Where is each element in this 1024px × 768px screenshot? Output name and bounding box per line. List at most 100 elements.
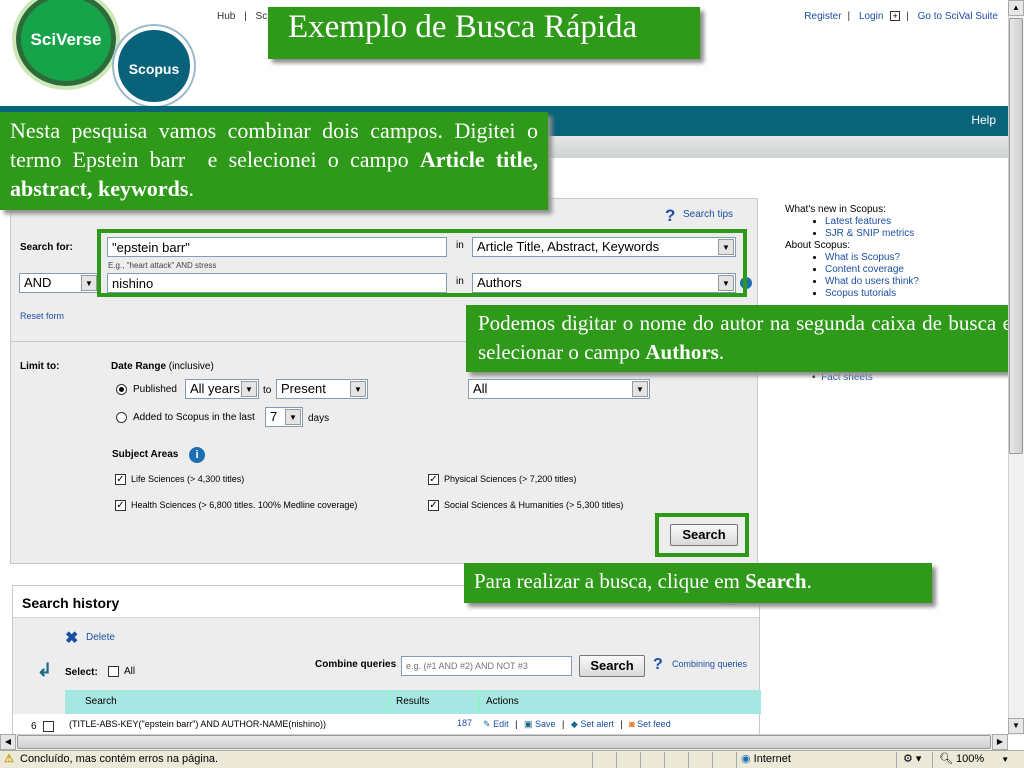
column-divider — [479, 690, 480, 714]
fact-sheets-link[interactable]: Fact sheets — [821, 372, 873, 383]
published-radio-row[interactable]: Published — [116, 384, 177, 395]
chevron-down-icon: ▼ — [81, 275, 97, 291]
content-coverage-link[interactable]: Content coverage — [825, 264, 904, 275]
health-sciences-checkbox[interactable]: ✓ — [115, 500, 126, 512]
col-search-header: Search — [85, 696, 117, 707]
globe-icon: ◉ — [741, 753, 751, 765]
edit-link[interactable]: Edit — [493, 719, 509, 729]
physical-sciences-checkbox[interactable]: ✓ — [428, 474, 439, 486]
life-sciences-row[interactable]: ✓ Life Sciences (> 4,300 titles) — [115, 474, 245, 486]
search-history-panel: Search history Hide ✖ Delete ↲ Select: A… — [12, 585, 761, 735]
from-year-select[interactable]: All years ▼ — [185, 379, 259, 399]
social-sciences-label: Social Sciences & Humanities (> 5,300 ti… — [444, 500, 624, 510]
select-all-checkbox[interactable] — [108, 666, 119, 677]
scroll-right-icon[interactable]: ▶ — [992, 734, 1008, 750]
help-link[interactable]: Help — [971, 113, 996, 127]
operator-value: AND — [24, 275, 52, 290]
social-sciences-checkbox[interactable]: ✓ — [428, 500, 439, 512]
chevron-down-icon: ▼ — [350, 381, 366, 397]
scroll-left-icon[interactable]: ◀ — [0, 734, 16, 750]
edit-icon: ✎ — [483, 719, 491, 729]
date-range-label: Date Range (inclusive) — [111, 361, 214, 372]
warning-icon[interactable]: ⚠ — [4, 752, 14, 765]
callout-combine-fields: Nesta pesquisa vamos combinar dois campo… — [0, 112, 548, 210]
browser-status-bar: ⚠ Concluído, mas contém erros na página.… — [0, 750, 1024, 768]
security-icon: ⚙ ▾ — [903, 753, 922, 765]
added-days-value: 7 — [270, 409, 278, 424]
combine-queries-input[interactable] — [401, 656, 572, 676]
save-link[interactable]: Save — [535, 719, 556, 729]
info-icon[interactable]: i — [189, 447, 205, 463]
life-sciences-checkbox[interactable]: ✓ — [115, 474, 126, 486]
scopus-logo[interactable]: Scopus — [114, 26, 194, 106]
scroll-down-icon[interactable]: ▼ — [1008, 718, 1024, 734]
published-radio[interactable] — [116, 384, 127, 395]
zoom-cell[interactable]: 🔍︎ 100% ▼ — [932, 752, 1024, 768]
hub-link[interactable]: Hub — [217, 11, 235, 22]
select-all-label: All — [124, 666, 136, 678]
sciverse-logo[interactable]: SciVerse — [12, 0, 120, 90]
horizontal-scroll-thumb[interactable] — [17, 735, 991, 749]
chevron-down-icon: ▼ — [285, 409, 301, 425]
callout-author-field-text: Podemos digitar o nome do autor na segun… — [478, 311, 1012, 364]
row-results-link[interactable]: 187 — [457, 718, 472, 728]
alert-icon: ◆ — [570, 719, 578, 729]
callout-author-field: Podemos digitar o nome do autor na segun… — [466, 305, 1024, 372]
search-tips-link[interactable]: Search tips — [683, 209, 733, 220]
callout-search-button-text: Para realizar a busca, clique em Search. — [474, 569, 812, 593]
select-all-row[interactable]: All — [108, 666, 135, 677]
added-days-select[interactable]: 7 ▼ — [265, 407, 303, 427]
added-radio[interactable] — [116, 412, 127, 423]
set-alert-link[interactable]: Set alert — [580, 719, 614, 729]
highlight-frame-fields — [97, 229, 747, 297]
social-sciences-row[interactable]: ✓ Social Sciences & Humanities (> 5,300 t… — [428, 500, 624, 512]
zone-label: Internet — [753, 753, 791, 765]
login-expand-icon[interactable]: + — [890, 11, 901, 21]
register-link[interactable]: Register — [804, 11, 841, 22]
scroll-up-icon[interactable]: ▲ — [1008, 0, 1024, 16]
physical-sciences-label: Physical Sciences (> 7,200 titles) — [444, 474, 577, 484]
added-radio-row[interactable]: Added to Scopus in the last — [116, 412, 255, 423]
health-sciences-row[interactable]: ✓ Health Sciences (> 6,800 titles. 100% M… — [115, 500, 357, 512]
document-type-select[interactable]: All ▼ — [468, 379, 650, 399]
callout-search-button: Para realizar a busca, clique em Search. — [464, 563, 932, 603]
search-for-label: Search for: — [20, 242, 73, 253]
search-history-title: Search history — [22, 595, 120, 611]
about-heading: About Scopus: — [785, 240, 851, 251]
search-button[interactable]: Search — [670, 524, 738, 546]
scopus-tutorials-link[interactable]: Scopus tutorials — [825, 288, 896, 299]
operator-select[interactable]: AND ▼ — [19, 273, 99, 293]
sc-link[interactable]: Sc — [256, 11, 268, 22]
published-label: Published — [133, 384, 177, 396]
sjr-snip-link[interactable]: SJR & SNIP metrics — [825, 228, 914, 239]
latest-features-link[interactable]: Latest features — [825, 216, 891, 227]
combining-help-icon[interactable]: ? — [653, 656, 663, 674]
what-users-think-link[interactable]: What do users think? — [825, 276, 919, 287]
to-year-select[interactable]: Present ▼ — [276, 379, 368, 399]
life-sciences-label: Life Sciences (> 4,300 titles) — [131, 474, 245, 484]
history-table-header: Search Results Actions — [65, 690, 761, 714]
login-link[interactable]: Login — [859, 11, 883, 22]
row-checkbox[interactable] — [43, 721, 54, 732]
scival-link[interactable]: Go to SciVal Suite — [918, 11, 998, 22]
zone-cell: ◉ Internet — [736, 752, 896, 768]
what-is-scopus-link[interactable]: What is Scopus? — [825, 252, 900, 263]
delete-link[interactable]: Delete — [86, 632, 115, 643]
status-cell — [616, 752, 640, 768]
vertical-scroll-thumb[interactable] — [1009, 18, 1023, 454]
delete-x-icon[interactable]: ✖ — [65, 628, 78, 648]
status-cell — [712, 752, 736, 768]
set-feed-link[interactable]: Set feed — [637, 719, 671, 729]
subject-areas-label: Subject Areas — [112, 449, 179, 460]
help-question-icon[interactable]: ? — [665, 206, 675, 226]
physical-sciences-row[interactable]: ✓ Physical Sciences (> 7,200 titles) — [428, 474, 577, 486]
reset-form-link[interactable]: Reset form — [20, 311, 64, 321]
select-label: Select: — [65, 667, 98, 678]
combining-queries-link[interactable]: Combining queries — [672, 659, 747, 669]
callout-combine-fields-text: Nesta pesquisa vamos combinar dois campo… — [10, 118, 538, 201]
status-cell — [664, 752, 688, 768]
history-search-button[interactable]: Search — [579, 655, 645, 677]
protected-mode-cell[interactable]: ⚙ ▾ — [896, 752, 932, 768]
top-nav-links: Hub | Sc — [217, 11, 268, 22]
return-arrow-icon: ↲ — [37, 660, 53, 680]
